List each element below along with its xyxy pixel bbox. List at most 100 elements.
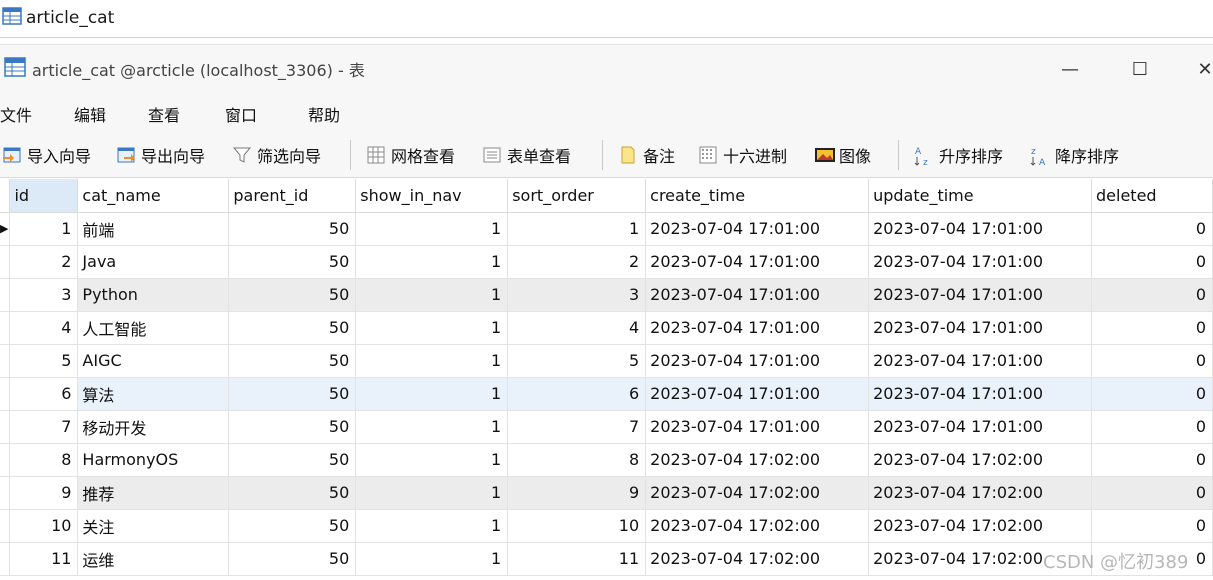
cell-id[interactable]: 5 xyxy=(9,344,79,378)
menu-file[interactable]: 文件 xyxy=(0,102,32,126)
cell-update-time[interactable]: 2023-07-04 17:01:00 xyxy=(868,410,1093,444)
table-row[interactable]: 5 AIGC 50 1 5 2023-07-04 17:01:00 2023-07-04 1… xyxy=(0,344,1213,378)
table-row[interactable]: 7 移动开发 50 1 7 2023-07-04 17:01:00 2023-07-04 1… xyxy=(0,410,1213,444)
cell-sort-order[interactable]: 2 xyxy=(507,245,647,279)
cell-cat-name[interactable]: HarmonyOS xyxy=(77,443,230,477)
cell-cat-name[interactable]: 前端 xyxy=(77,212,230,246)
column-header-sort-order[interactable]: sort_order xyxy=(507,179,647,213)
cell-create-time[interactable]: 2023-07-04 17:01:00 xyxy=(645,212,870,246)
cell-create-time[interactable]: 2023-07-04 17:02:00 xyxy=(645,509,870,543)
cell-sort-order[interactable]: 6 xyxy=(507,377,647,411)
cell-parent-id[interactable]: 50 xyxy=(228,212,357,246)
table-row[interactable]: 3 Python 50 1 3 2023-07-04 17:01:00 2023-07-04… xyxy=(0,278,1213,312)
maximize-button[interactable]: ☐ xyxy=(1110,45,1170,93)
cell-create-time[interactable]: 2023-07-04 17:01:00 xyxy=(645,410,870,444)
sort-ascending-button[interactable]: Az 升序排序 xyxy=(914,142,1003,168)
cell-parent-id[interactable]: 50 xyxy=(228,311,357,345)
cell-create-time[interactable]: 2023-07-04 17:01:00 xyxy=(645,344,870,378)
cell-deleted[interactable]: 0 xyxy=(1091,476,1213,510)
cell-cat-name[interactable]: 关注 xyxy=(77,509,230,543)
cell-parent-id[interactable]: 50 xyxy=(228,542,357,576)
cell-deleted[interactable]: 0 xyxy=(1091,245,1213,279)
row-marker[interactable] xyxy=(0,311,11,345)
table-row[interactable]: 11 运维 50 1 11 2023-07-04 17:02:00 2023-07-04 1… xyxy=(0,542,1213,576)
cell-cat-name[interactable]: 算法 xyxy=(77,377,230,411)
cell-update-time[interactable]: 2023-07-04 17:02:00 xyxy=(868,443,1093,477)
table-row[interactable]: 4 人工智能 50 1 4 2023-07-04 17:01:00 2023-07-04 1… xyxy=(0,311,1213,345)
cell-cat-name[interactable]: 推荐 xyxy=(77,476,230,510)
cell-id[interactable]: 7 xyxy=(9,410,79,444)
cell-cat-name[interactable]: Python xyxy=(77,278,230,312)
cell-sort-order[interactable]: 8 xyxy=(507,443,647,477)
table-row[interactable]: 8 HarmonyOS 50 1 8 2023-07-04 17:02:00 2023-07… xyxy=(0,443,1213,477)
cell-update-time[interactable]: 2023-07-04 17:01:00 xyxy=(868,278,1093,312)
sort-descending-button[interactable]: zA 降序排序 xyxy=(1030,142,1119,168)
memo-button[interactable]: 备注 xyxy=(618,142,675,168)
cell-show-in-nav[interactable]: 1 xyxy=(355,212,509,246)
column-header-parent-id[interactable]: parent_id xyxy=(228,179,357,213)
grid-view-button[interactable]: 网格查看 xyxy=(366,142,455,168)
column-header-create-time[interactable]: create_time xyxy=(645,179,870,213)
row-marker[interactable] xyxy=(0,542,11,576)
cell-deleted[interactable]: 0 xyxy=(1091,509,1213,543)
table-row[interactable]: 6 算法 50 1 6 2023-07-04 17:01:00 2023-07-04 17:… xyxy=(0,377,1213,411)
cell-id[interactable]: 1 xyxy=(9,212,79,246)
cell-show-in-nav[interactable]: 1 xyxy=(355,311,509,345)
row-marker[interactable] xyxy=(0,344,11,378)
minimize-button[interactable]: — xyxy=(1040,45,1100,93)
cell-show-in-nav[interactable]: 1 xyxy=(355,344,509,378)
cell-sort-order[interactable]: 7 xyxy=(507,410,647,444)
cell-create-time[interactable]: 2023-07-04 17:02:00 xyxy=(645,476,870,510)
column-header-id[interactable]: id xyxy=(9,179,79,213)
cell-parent-id[interactable]: 50 xyxy=(228,245,357,279)
cell-deleted[interactable]: 0 xyxy=(1091,212,1213,246)
cell-id[interactable]: 11 xyxy=(9,542,79,576)
cell-create-time[interactable]: 2023-07-04 17:01:00 xyxy=(645,377,870,411)
menu-view[interactable]: 查看 xyxy=(148,102,180,126)
cell-sort-order[interactable]: 5 xyxy=(507,344,647,378)
cell-create-time[interactable]: 2023-07-04 17:01:00 xyxy=(645,278,870,312)
cell-show-in-nav[interactable]: 1 xyxy=(355,377,509,411)
hex-button[interactable]: 十六进制 xyxy=(698,142,787,168)
cell-show-in-nav[interactable]: 1 xyxy=(355,509,509,543)
cell-parent-id[interactable]: 50 xyxy=(228,410,357,444)
close-button[interactable]: ✕ xyxy=(1175,45,1213,93)
cell-cat-name[interactable]: 人工智能 xyxy=(77,311,230,345)
table-row[interactable]: ▶ 1 前端 50 1 1 2023-07-04 17:01:00 2023-07-04 17… xyxy=(0,212,1213,246)
form-view-button[interactable]: 表单查看 xyxy=(482,142,571,168)
cell-show-in-nav[interactable]: 1 xyxy=(355,410,509,444)
cell-sort-order[interactable]: 10 xyxy=(507,509,647,543)
menu-window[interactable]: 窗口 xyxy=(225,102,257,126)
cell-sort-order[interactable]: 11 xyxy=(507,542,647,576)
cell-sort-order[interactable]: 3 xyxy=(507,278,647,312)
cell-deleted[interactable]: 0 xyxy=(1091,377,1213,411)
cell-show-in-nav[interactable]: 1 xyxy=(355,245,509,279)
cell-show-in-nav[interactable]: 1 xyxy=(355,476,509,510)
cell-update-time[interactable]: 2023-07-04 17:01:00 xyxy=(868,212,1093,246)
export-wizard-button[interactable]: 导出向导 xyxy=(116,142,205,168)
cell-id[interactable]: 2 xyxy=(9,245,79,279)
cell-update-time[interactable]: 2023-07-04 17:01:00 xyxy=(868,377,1093,411)
cell-deleted[interactable]: 0 xyxy=(1091,311,1213,345)
cell-id[interactable]: 4 xyxy=(9,311,79,345)
row-marker[interactable] xyxy=(0,443,11,477)
cell-show-in-nav[interactable]: 1 xyxy=(355,443,509,477)
menu-edit[interactable]: 编辑 xyxy=(74,102,106,126)
cell-show-in-nav[interactable]: 1 xyxy=(355,278,509,312)
cell-id[interactable]: 3 xyxy=(9,278,79,312)
current-row-pointer-icon[interactable]: ▶ xyxy=(0,212,11,246)
column-header-cat-name[interactable]: cat_name xyxy=(77,179,230,213)
cell-create-time[interactable]: 2023-07-04 17:02:00 xyxy=(645,542,870,576)
cell-deleted[interactable]: 0 xyxy=(1091,410,1213,444)
cell-parent-id[interactable]: 50 xyxy=(228,509,357,543)
row-marker[interactable] xyxy=(0,245,11,279)
row-marker[interactable] xyxy=(0,410,11,444)
cell-deleted[interactable]: 0 xyxy=(1091,278,1213,312)
column-header-show-in-nav[interactable]: show_in_nav xyxy=(355,179,509,213)
cell-parent-id[interactable]: 50 xyxy=(228,476,357,510)
column-header-update-time[interactable]: update_time xyxy=(868,179,1093,213)
column-header-deleted[interactable]: deleted xyxy=(1091,179,1213,213)
menu-help[interactable]: 帮助 xyxy=(308,102,340,126)
tab-article-cat[interactable]: article_cat xyxy=(0,3,114,33)
cell-sort-order[interactable]: 1 xyxy=(507,212,647,246)
